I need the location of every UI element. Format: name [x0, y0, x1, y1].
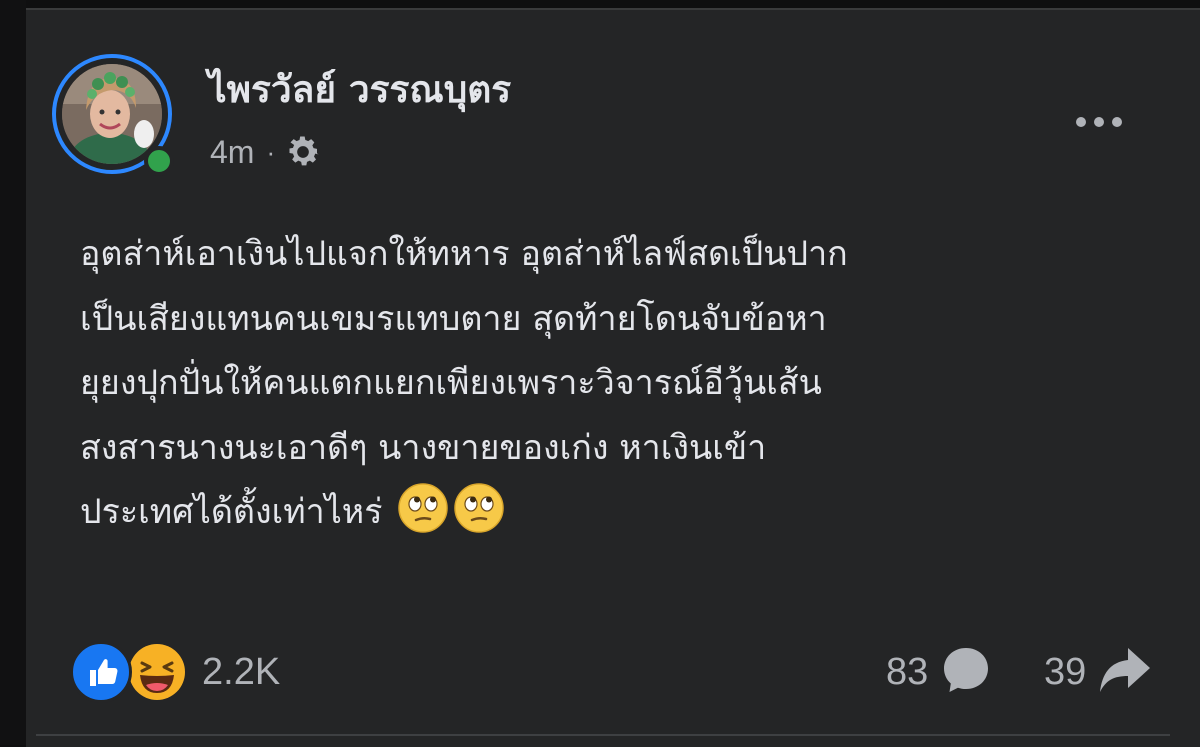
- share-count: 39: [1044, 650, 1087, 693]
- post-footer: 2.2K 83 39: [70, 640, 1170, 704]
- post-text-line: ยุยงปุกปั่นให้คนแตกแยกเพียงเพราะวิจารณ์อ…: [80, 363, 822, 403]
- face-with-rolling-eyes-icon: [453, 482, 505, 534]
- gear-icon[interactable]: [283, 132, 323, 172]
- footer-divider: [36, 734, 1170, 736]
- shares-summary[interactable]: 39: [1044, 640, 1152, 704]
- more-dot: [1112, 117, 1122, 127]
- comment-icon: [940, 644, 992, 700]
- author-name[interactable]: ไพรวัลย์ วรรณบุตร: [208, 60, 511, 119]
- reactions-summary[interactable]: 2.2K: [70, 640, 280, 704]
- more-dot: [1094, 117, 1104, 127]
- comment-count: 83: [886, 650, 929, 693]
- window-left-edge: [0, 0, 26, 745]
- post-text-line-last: ประเทศได้ตั้งเท่าไหร่: [80, 480, 1160, 545]
- post-meta: 4m ·: [210, 132, 323, 172]
- author-avatar[interactable]: [52, 54, 180, 182]
- haha-icon: [126, 641, 188, 703]
- online-status-dot: [144, 146, 174, 176]
- post-header: ไพรวัลย์ วรรณบุตร 4m ·: [52, 52, 1132, 192]
- more-dot: [1076, 117, 1086, 127]
- more-options-button[interactable]: [1064, 92, 1134, 152]
- avatar-image: [62, 64, 162, 164]
- like-icon: [70, 641, 132, 703]
- avatar-portrait-icon: [62, 64, 162, 164]
- post-text-line: เป็นเสียงแทนคนเขมรแทบตาย สุดท้ายโดนจับข้…: [80, 298, 827, 339]
- meta-separator: ·: [266, 136, 276, 167]
- post-text-line: ประเทศได้ตั้งเท่าไหร่: [80, 492, 383, 532]
- post-text-line: อุตส่าห์เอาเงินไปแจกให้ทหาร อุตส่าห์ไลฟ์…: [80, 234, 848, 274]
- post-body-text: อุตส่าห์เอาเงินไปแจกให้ทหาร อุตส่าห์ไลฟ์…: [80, 222, 1160, 545]
- comments-summary[interactable]: 83: [886, 640, 992, 704]
- share-icon: [1098, 644, 1152, 700]
- post-timestamp[interactable]: 4m: [210, 134, 254, 171]
- post-text-line: สงสารนางนะเอาดีๆ นางขายของเก่ง หาเงินเข้…: [80, 427, 767, 468]
- face-with-rolling-eyes-icon: [397, 482, 449, 534]
- reaction-count: 2.2K: [202, 650, 281, 693]
